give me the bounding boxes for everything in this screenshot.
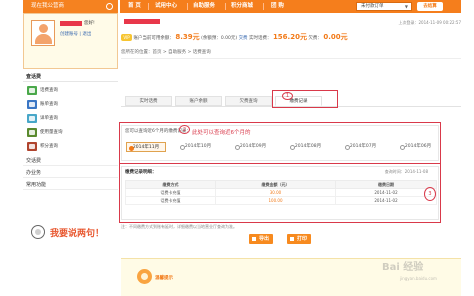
nav-divider	[148, 3, 149, 10]
main-content: 上次登录：2014-11-09 00:22:57 VIP 账户当前可用余额： 8…	[119, 13, 461, 296]
nav-group-buy[interactable]: 团 购	[271, 0, 284, 13]
nav-divider	[263, 3, 264, 10]
print-button[interactable]: 打印	[287, 234, 312, 244]
sidebar-link-common[interactable]: 常用功能	[23, 181, 118, 190]
highlight-box-3	[119, 163, 441, 223]
info-icon	[137, 269, 152, 284]
redacted-username	[60, 21, 82, 26]
realtime-amount: 156.20元	[272, 33, 307, 41]
balance-amount: 8.39元	[175, 33, 200, 41]
watermark-url: jingyan.baidu.com	[400, 276, 437, 281]
expand-icon[interactable]	[106, 3, 113, 10]
sidebar-item-label: 账单查询	[40, 102, 58, 107]
tab-realtime[interactable]: 实时话费	[125, 96, 172, 106]
nav-self-service[interactable]: 自助服务	[193, 0, 215, 13]
avatar	[31, 20, 55, 46]
redacted-account	[124, 19, 160, 24]
last-login: 上次登录：2014-11-09 00:22:57	[398, 20, 461, 25]
user-links[interactable]: 创建账号 | 退出	[60, 31, 91, 37]
divider	[121, 58, 461, 59]
sidebar-item-details[interactable]: 详单查询	[26, 113, 116, 124]
section-phone-bill[interactable]: 查话费	[23, 73, 118, 82]
nav-divider	[225, 3, 226, 10]
vip-badge: VIP	[121, 34, 132, 41]
user-greeting: 您好!	[84, 21, 95, 26]
order-select[interactable]: 未付款订单 ▼	[356, 2, 412, 11]
sidebar-item-label: 详单查询	[40, 116, 58, 121]
balance-prefix: 账户当前可用余额：	[133, 36, 174, 41]
footnote: 注：不同缴费方式到账有延时，详细缴费以当地营业厅查询为准。	[121, 224, 237, 229]
pay-link[interactable]: 交费	[239, 36, 248, 41]
user-panel: 您好! 创建账号 | 退出	[23, 13, 118, 69]
details-icon	[27, 114, 37, 123]
checkout-button[interactable]: 去结算	[417, 2, 443, 11]
site-title: 现在我公营商	[31, 3, 65, 9]
usage-icon	[27, 128, 37, 137]
export-button[interactable]: 导出	[249, 234, 274, 244]
speaker-icon	[31, 225, 45, 239]
balance-prepaid: (余额预：0.00元)	[201, 36, 238, 41]
feedback-link[interactable]: 我要说两句！	[31, 224, 116, 242]
watermark: Bai 经验	[382, 262, 424, 273]
main-nav: 首 页 试用中心 自助服务 积分商城 团 购 未付款订单 ▼ 去结算	[120, 0, 461, 13]
sidebar: 您好! 创建账号 | 退出 查话费 话费查询 账单查询 详单查询 使用量查询 积…	[23, 13, 118, 296]
avatar-body	[35, 34, 52, 44]
highlight-box-1	[272, 90, 338, 108]
bill-icon	[27, 86, 37, 95]
realtime-label: 实时话费：	[249, 36, 272, 41]
arrears-label: 欠费：	[308, 36, 322, 41]
sidebar-link-pay[interactable]: 交话费	[23, 157, 118, 166]
chevron-down-icon: ▼	[404, 4, 408, 9]
marker-1: 1	[282, 92, 293, 100]
sidebar-item-label: 话费查询	[40, 88, 58, 93]
sidebar-item-points[interactable]: 积分查询	[26, 141, 116, 152]
sidebar-item-bill-query[interactable]: 话费查询	[26, 85, 116, 96]
nav-points-mall[interactable]: 积分商城	[231, 0, 253, 13]
tab-balance[interactable]: 账户余额	[175, 96, 222, 106]
points-icon	[27, 142, 37, 151]
breadcrumb: 您所在的位置：首页 > 自助服务 > 话费查询	[121, 50, 211, 55]
site-title-bar[interactable]: 现在我公营商	[23, 0, 118, 13]
nav-divider	[187, 3, 188, 10]
sidebar-item-label: 使用量查询	[40, 130, 63, 135]
marker-2: 2	[179, 125, 190, 134]
avatar-head	[39, 24, 48, 33]
highlight-box-2	[119, 122, 441, 164]
statement-icon	[27, 100, 37, 109]
sidebar-item-label: 积分查询	[40, 144, 58, 149]
sidebar-item-usage[interactable]: 使用量查询	[26, 127, 116, 138]
tab-arrears[interactable]: 欠费查询	[225, 96, 272, 106]
feedback-label: 我要说两句！	[50, 229, 105, 239]
arrears-amount: 0.00元	[323, 33, 348, 41]
sidebar-link-business[interactable]: 办业务	[23, 169, 118, 178]
balance-bar: VIP 账户当前可用余额： 8.39元 (余额预：0.00元) 交费 实时话费：…	[121, 31, 461, 43]
order-select-value: 未付款订单	[361, 4, 384, 9]
top-bar: 现在我公营商 首 页 试用中心 自助服务 积分商城 团 购 未付款订单 ▼ 去结…	[0, 0, 474, 13]
sidebar-item-statement[interactable]: 账单查询	[26, 99, 116, 110]
nav-trial[interactable]: 试用中心	[155, 0, 177, 13]
marker-3: 3	[424, 187, 436, 201]
nav-home[interactable]: 首 页	[128, 0, 141, 13]
tip-title: 温馨提示	[155, 276, 173, 281]
